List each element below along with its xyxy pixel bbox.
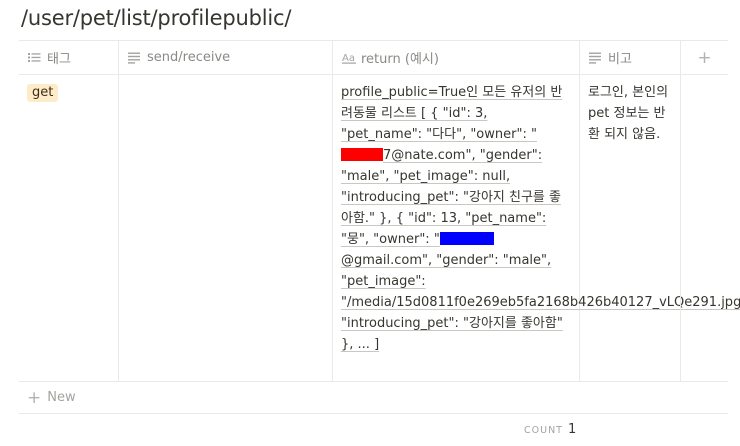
plus-icon: +: [27, 387, 42, 408]
column-header-label: 비고: [608, 52, 632, 67]
table-header: 태그 send/receive Aa return (예시) 비고 +: [19, 40, 728, 75]
column-header-label: 태그: [47, 52, 71, 67]
cell-return[interactable]: profile_public=True인 모든 유저의 반려동물 리스트 [ {…: [333, 75, 740, 381]
column-header-return[interactable]: Aa return (예시): [333, 41, 580, 74]
return-text-part: profile_public=True인 모든 유저의 반려동물 리스트 [ {…: [341, 85, 563, 142]
column-header-send-receive[interactable]: send/receive: [119, 41, 333, 74]
cell-note[interactable]: 로그인, 본인의 pet 정보는 반환 되지 않음.: [580, 75, 681, 381]
add-column-button[interactable]: +: [681, 41, 728, 74]
table-row[interactable]: get profile_public=True인 모든 유저의 반려동물 리스트…: [19, 75, 740, 382]
count-footer[interactable]: COUNT 1: [524, 422, 576, 437]
svg-text:Aa: Aa: [342, 53, 355, 64]
count-value: 1: [567, 422, 577, 437]
column-header-tag[interactable]: 태그: [19, 41, 119, 74]
text-format-icon: Aa: [342, 51, 356, 64]
text-lines-icon: [128, 51, 141, 64]
column-header-label: send/receive: [147, 50, 231, 65]
count-label: COUNT: [524, 425, 563, 436]
database-table: 태그 send/receive Aa return (예시) 비고 + get: [19, 40, 740, 414]
redaction-block: [439, 232, 494, 245]
note-text: 로그인, 본인의 pet 정보는 반환 되지 않음.: [588, 85, 669, 142]
column-header-note[interactable]: 비고: [580, 41, 681, 74]
cell-tag[interactable]: get: [19, 75, 119, 381]
page-title: /user/pet/list/profilepublic/: [21, 6, 292, 30]
tag-badge[interactable]: get: [27, 84, 59, 102]
text-lines-icon: [589, 51, 602, 64]
column-header-label: return (예시): [361, 52, 439, 67]
add-row-label: New: [47, 390, 76, 405]
cell-send-receive[interactable]: [119, 75, 333, 381]
add-row-button[interactable]: + New: [19, 382, 728, 414]
redaction-block: [341, 148, 383, 161]
cell-empty: [681, 75, 728, 381]
plus-icon: +: [697, 47, 712, 68]
list-icon: [28, 51, 41, 64]
